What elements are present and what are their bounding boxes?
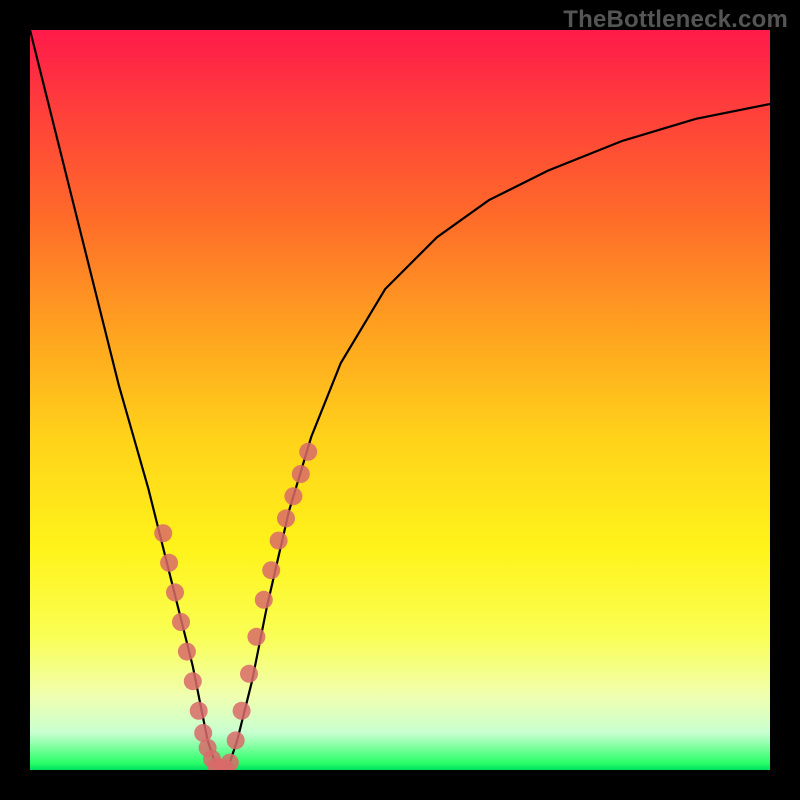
data-dot <box>277 509 295 527</box>
chart-svg <box>30 30 770 770</box>
data-dot <box>299 443 317 461</box>
data-dot <box>227 731 245 749</box>
chart-frame: TheBottleneck.com <box>0 0 800 800</box>
data-dot <box>284 487 302 505</box>
data-dot <box>270 532 288 550</box>
data-dot <box>178 643 196 661</box>
data-dot <box>190 702 208 720</box>
data-dot <box>172 613 190 631</box>
data-dot <box>166 583 184 601</box>
plot-area <box>30 30 770 770</box>
data-dot <box>221 754 239 770</box>
data-dot <box>292 465 310 483</box>
watermark-text: TheBottleneck.com <box>563 6 788 34</box>
data-dot <box>233 702 251 720</box>
data-dot <box>160 554 178 572</box>
data-dot <box>262 561 280 579</box>
data-dot <box>247 628 265 646</box>
data-dot <box>184 672 202 690</box>
data-dot <box>154 524 172 542</box>
data-dot <box>255 591 273 609</box>
bottleneck-curve <box>30 30 770 770</box>
data-dot <box>240 665 258 683</box>
